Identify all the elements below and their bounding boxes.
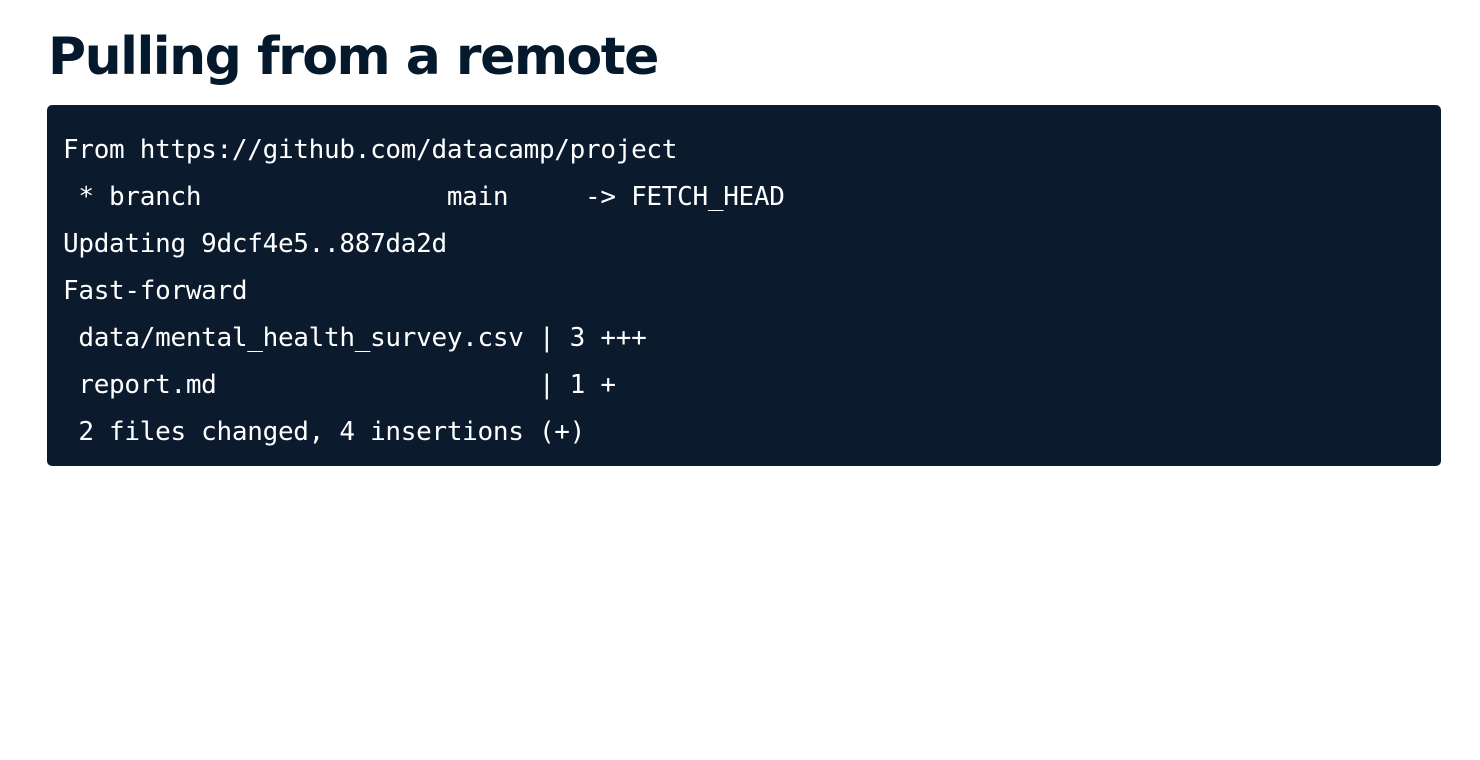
terminal-line-updating: Updating 9dcf4e5..887da2d <box>63 229 447 259</box>
terminal-line-file-report: report.md | 1 + <box>63 370 616 400</box>
terminal-line-fast-forward: Fast-forward <box>63 276 248 306</box>
terminal-line-summary: 2 files changed, 4 insertions (+) <box>63 417 586 447</box>
slide-title: Pulling from a remote <box>48 27 659 87</box>
terminal-line-from: From https://github.com/datacamp/project <box>63 135 678 165</box>
terminal-line-branch: * branch main -> FETCH_HEAD <box>63 182 785 212</box>
terminal-output: From https://github.com/datacamp/project… <box>47 105 1441 466</box>
terminal-line-file-csv: data/mental_health_survey.csv | 3 +++ <box>63 323 647 353</box>
